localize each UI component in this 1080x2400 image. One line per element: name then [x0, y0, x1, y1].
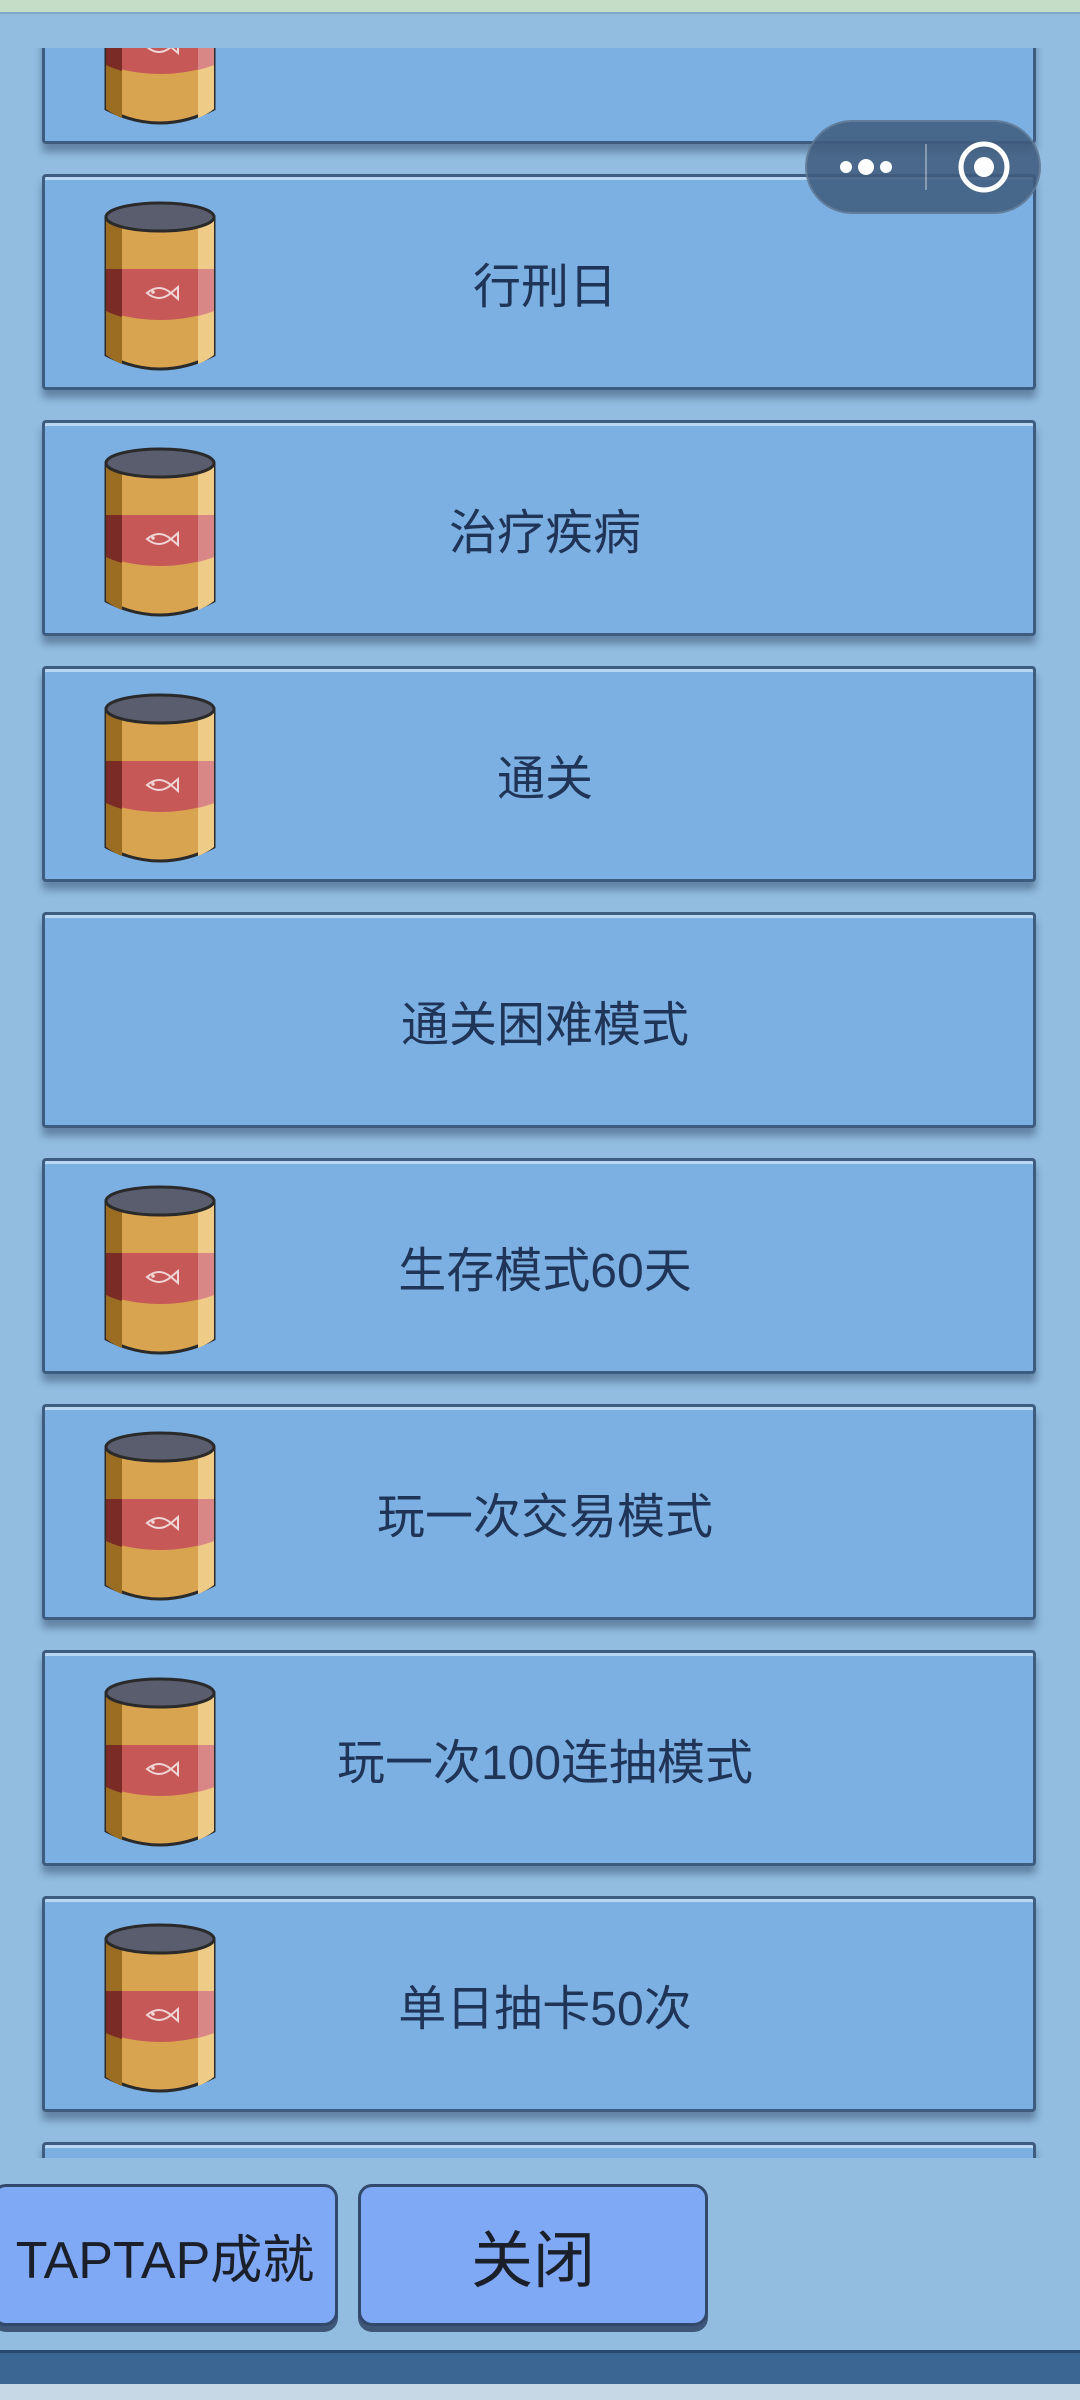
achievement-card[interactable]: 玩一次交易模式	[42, 1404, 1036, 1620]
achievement-card[interactable]: 单日抽卡50次	[42, 1896, 1036, 2112]
more-dots-icon	[840, 159, 892, 175]
close-button-label: 关闭	[470, 2227, 595, 2296]
achievement-card[interactable]: 治疗疾病	[42, 420, 1036, 636]
achievement-label: 生存模式60天	[398, 1245, 692, 1298]
achievement-label: 玩一次交易模式	[376, 1491, 713, 1544]
bottom-divider	[0, 2350, 1080, 2387]
more-button[interactable]	[807, 122, 925, 212]
achievement-label: 通关困难模式	[400, 999, 689, 1052]
achievement-label	[45, 2145, 1033, 2158]
achievement-label: 玩一次100连抽模式	[336, 1737, 754, 1790]
mini-program-capsule	[805, 120, 1041, 214]
bottom-edge	[0, 2384, 1080, 2400]
achievement-card[interactable]: 通关困难模式	[42, 912, 1036, 1128]
close-button[interactable]: 关闭	[358, 2184, 708, 2326]
achievement-card[interactable]: 通关	[42, 666, 1036, 882]
taptap-achievements-label: TAPTAP成就	[15, 2231, 315, 2290]
top-strip	[0, 0, 1080, 14]
bottom-bar: TAPTAP成就 关闭	[0, 2158, 1080, 2400]
achievement-label: 治疗疾病	[448, 507, 641, 560]
achievement-card[interactable]: 生存模式60天	[42, 1158, 1036, 1374]
achievement-card[interactable]	[42, 2142, 1036, 2158]
achievement-label: 单日抽卡50次	[398, 1983, 692, 2036]
taptap-achievements-button[interactable]: TAPTAP成就	[0, 2184, 338, 2326]
achievement-card[interactable]: 玩一次100连抽模式	[42, 1650, 1036, 1866]
target-close-icon	[958, 141, 1010, 193]
achievement-list-viewport[interactable]: 行刑日 治疗疾病 通关 通关困难模式 生存模式60天 玩一次交易模式 玩一次100连抽模式单…	[0, 48, 1080, 2158]
achievement-label: 通关	[496, 753, 593, 806]
exit-mini-program-button[interactable]	[927, 122, 1041, 212]
